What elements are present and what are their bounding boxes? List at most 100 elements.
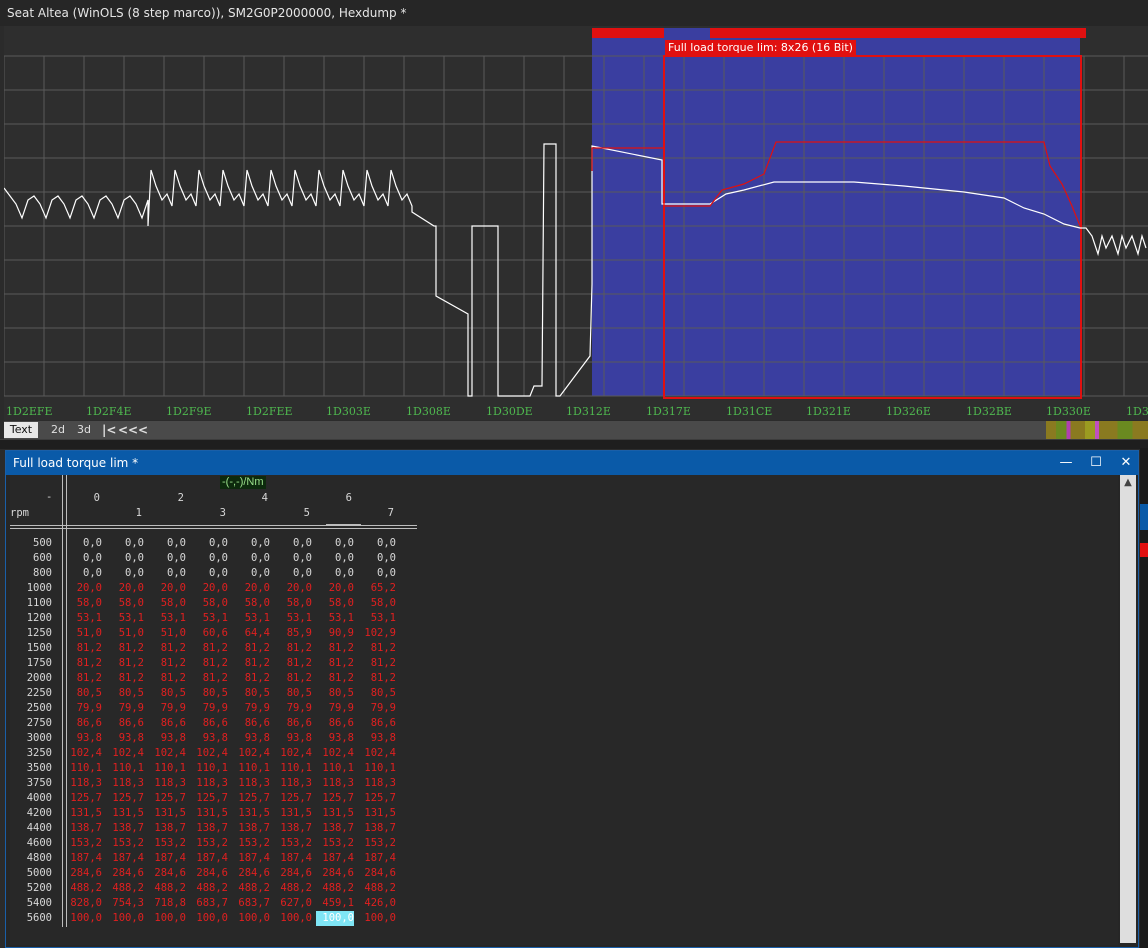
map-cell[interactable]: 53,1 [232, 611, 270, 626]
map-cell[interactable]: 79,9 [274, 701, 312, 716]
map-cell[interactable]: 488,2 [106, 881, 144, 896]
selected-map-cell[interactable]: 100,0 [316, 911, 354, 926]
map-cell[interactable]: 110,1 [148, 761, 186, 776]
map-cell[interactable]: 102,4 [358, 746, 396, 761]
map-cell[interactable]: 0,0 [232, 566, 270, 581]
map-cell[interactable]: 80,5 [148, 686, 186, 701]
map-cell[interactable]: 53,1 [106, 611, 144, 626]
map-cell[interactable]: 100,0 [64, 911, 102, 926]
map-cell[interactable]: 102,4 [232, 746, 270, 761]
map-cell[interactable]: 79,9 [190, 701, 228, 716]
map-cell[interactable]: 125,7 [190, 791, 228, 806]
map-table[interactable]: -(-,-)/Nm - rpm 0 2 4 6 1 3 5 7 500 0,0 0,0 0,0 0,0 0… [10, 475, 1118, 945]
map-cell[interactable]: 58,0 [232, 596, 270, 611]
map-cell[interactable]: 86,6 [148, 716, 186, 731]
map-cell[interactable]: 20,0 [274, 581, 312, 596]
map-cell[interactable]: 153,2 [106, 836, 144, 851]
map-cell[interactable]: 80,5 [232, 686, 270, 701]
map-cell[interactable]: 683,7 [190, 896, 228, 911]
map-cell[interactable]: 93,8 [274, 731, 312, 746]
maximize-button[interactable]: ☐ [1081, 451, 1111, 475]
map-cell[interactable]: 118,3 [64, 776, 102, 791]
map-cell[interactable]: 80,5 [190, 686, 228, 701]
map-cell[interactable]: 81,2 [274, 641, 312, 656]
map-cell[interactable]: 51,0 [148, 626, 186, 641]
map-cell[interactable]: 80,5 [106, 686, 144, 701]
map-cell[interactable]: 138,7 [232, 821, 270, 836]
map-cell[interactable]: 58,0 [106, 596, 144, 611]
map-cell[interactable]: 58,0 [316, 596, 354, 611]
hex-graph[interactable]: 1D2EFE 1D2F4E 1D2F9E 1D2FEE 1D303E 1D308E 1D30… [4, 26, 1148, 420]
map-cell[interactable]: 488,2 [316, 881, 354, 896]
map-cell[interactable]: 754,3 [106, 896, 144, 911]
map-cell[interactable]: 0,0 [232, 536, 270, 551]
map-cell[interactable]: 131,5 [316, 806, 354, 821]
map-cell[interactable]: 426,0 [358, 896, 396, 911]
map-cell[interactable]: 125,7 [358, 791, 396, 806]
map-cell[interactable]: 81,2 [358, 656, 396, 671]
map-cell[interactable]: 58,0 [358, 596, 396, 611]
map-cell[interactable]: 90,9 [316, 626, 354, 641]
map-cell[interactable]: 488,2 [274, 881, 312, 896]
map-cell[interactable]: 125,7 [232, 791, 270, 806]
map-cell[interactable]: 125,7 [64, 791, 102, 806]
map-cell[interactable]: 138,7 [316, 821, 354, 836]
map-cell[interactable]: 118,3 [190, 776, 228, 791]
map-cell[interactable]: 85,9 [274, 626, 312, 641]
map-cell[interactable]: 284,6 [274, 866, 312, 881]
map-cell[interactable]: 131,5 [358, 806, 396, 821]
map-cell[interactable]: 0,0 [358, 536, 396, 551]
map-cell[interactable]: 100,0 [190, 911, 228, 926]
map-cell[interactable]: 153,2 [190, 836, 228, 851]
map-cell[interactable]: 81,2 [106, 656, 144, 671]
map-cell[interactable]: 81,2 [190, 671, 228, 686]
map-cell[interactable]: 0,0 [274, 551, 312, 566]
tab-text[interactable]: Text [4, 422, 38, 438]
map-cell[interactable]: 86,6 [316, 716, 354, 731]
map-cell[interactable]: 86,6 [190, 716, 228, 731]
map-cell[interactable]: 86,6 [232, 716, 270, 731]
map-cell[interactable]: 110,1 [64, 761, 102, 776]
map-cell[interactable]: 51,0 [64, 626, 102, 641]
map-cell[interactable]: 93,8 [316, 731, 354, 746]
map-cell[interactable]: 86,6 [358, 716, 396, 731]
close-button[interactable]: ✕ [1111, 451, 1141, 475]
map-cell[interactable]: 102,4 [106, 746, 144, 761]
map-cell[interactable]: 138,7 [274, 821, 312, 836]
map-cell[interactable]: 60,6 [190, 626, 228, 641]
map-cell[interactable]: 102,4 [64, 746, 102, 761]
map-cell[interactable]: 0,0 [190, 536, 228, 551]
map-cell[interactable]: 131,5 [274, 806, 312, 821]
map-cell[interactable]: 284,6 [316, 866, 354, 881]
map-cell[interactable]: 81,2 [316, 641, 354, 656]
map-cell[interactable]: 0,0 [148, 566, 186, 581]
map-cell[interactable]: 58,0 [274, 596, 312, 611]
map-cell[interactable]: 0,0 [358, 551, 396, 566]
map-cell[interactable]: 102,9 [358, 626, 396, 641]
map-cell[interactable]: 79,9 [358, 701, 396, 716]
map-cell[interactable]: 100,0 [148, 911, 186, 926]
map-cell[interactable]: 488,2 [232, 881, 270, 896]
map-cell[interactable]: 187,4 [358, 851, 396, 866]
map-cell[interactable]: 81,2 [190, 641, 228, 656]
map-cell[interactable]: 81,2 [64, 641, 102, 656]
map-cell[interactable]: 81,2 [274, 656, 312, 671]
map-cell[interactable]: 58,0 [64, 596, 102, 611]
map-cell[interactable]: 81,2 [64, 671, 102, 686]
map-cell[interactable]: 79,9 [232, 701, 270, 716]
map-cell[interactable]: 118,3 [148, 776, 186, 791]
map-cell[interactable]: 118,3 [232, 776, 270, 791]
nav-back-button[interactable]: < [138, 422, 148, 438]
map-cell[interactable]: 488,2 [190, 881, 228, 896]
map-cell[interactable]: 0,0 [64, 551, 102, 566]
map-cell[interactable]: 187,4 [274, 851, 312, 866]
map-cell[interactable]: 0,0 [106, 536, 144, 551]
map-cell[interactable]: 0,0 [190, 551, 228, 566]
map-cell[interactable]: 102,4 [148, 746, 186, 761]
map-cell[interactable]: 187,4 [64, 851, 102, 866]
map-cell[interactable]: 81,2 [232, 656, 270, 671]
map-cell[interactable]: 187,4 [316, 851, 354, 866]
map-cell[interactable]: 51,0 [106, 626, 144, 641]
map-cell[interactable]: 459,1 [316, 896, 354, 911]
map-cell[interactable]: 187,4 [190, 851, 228, 866]
